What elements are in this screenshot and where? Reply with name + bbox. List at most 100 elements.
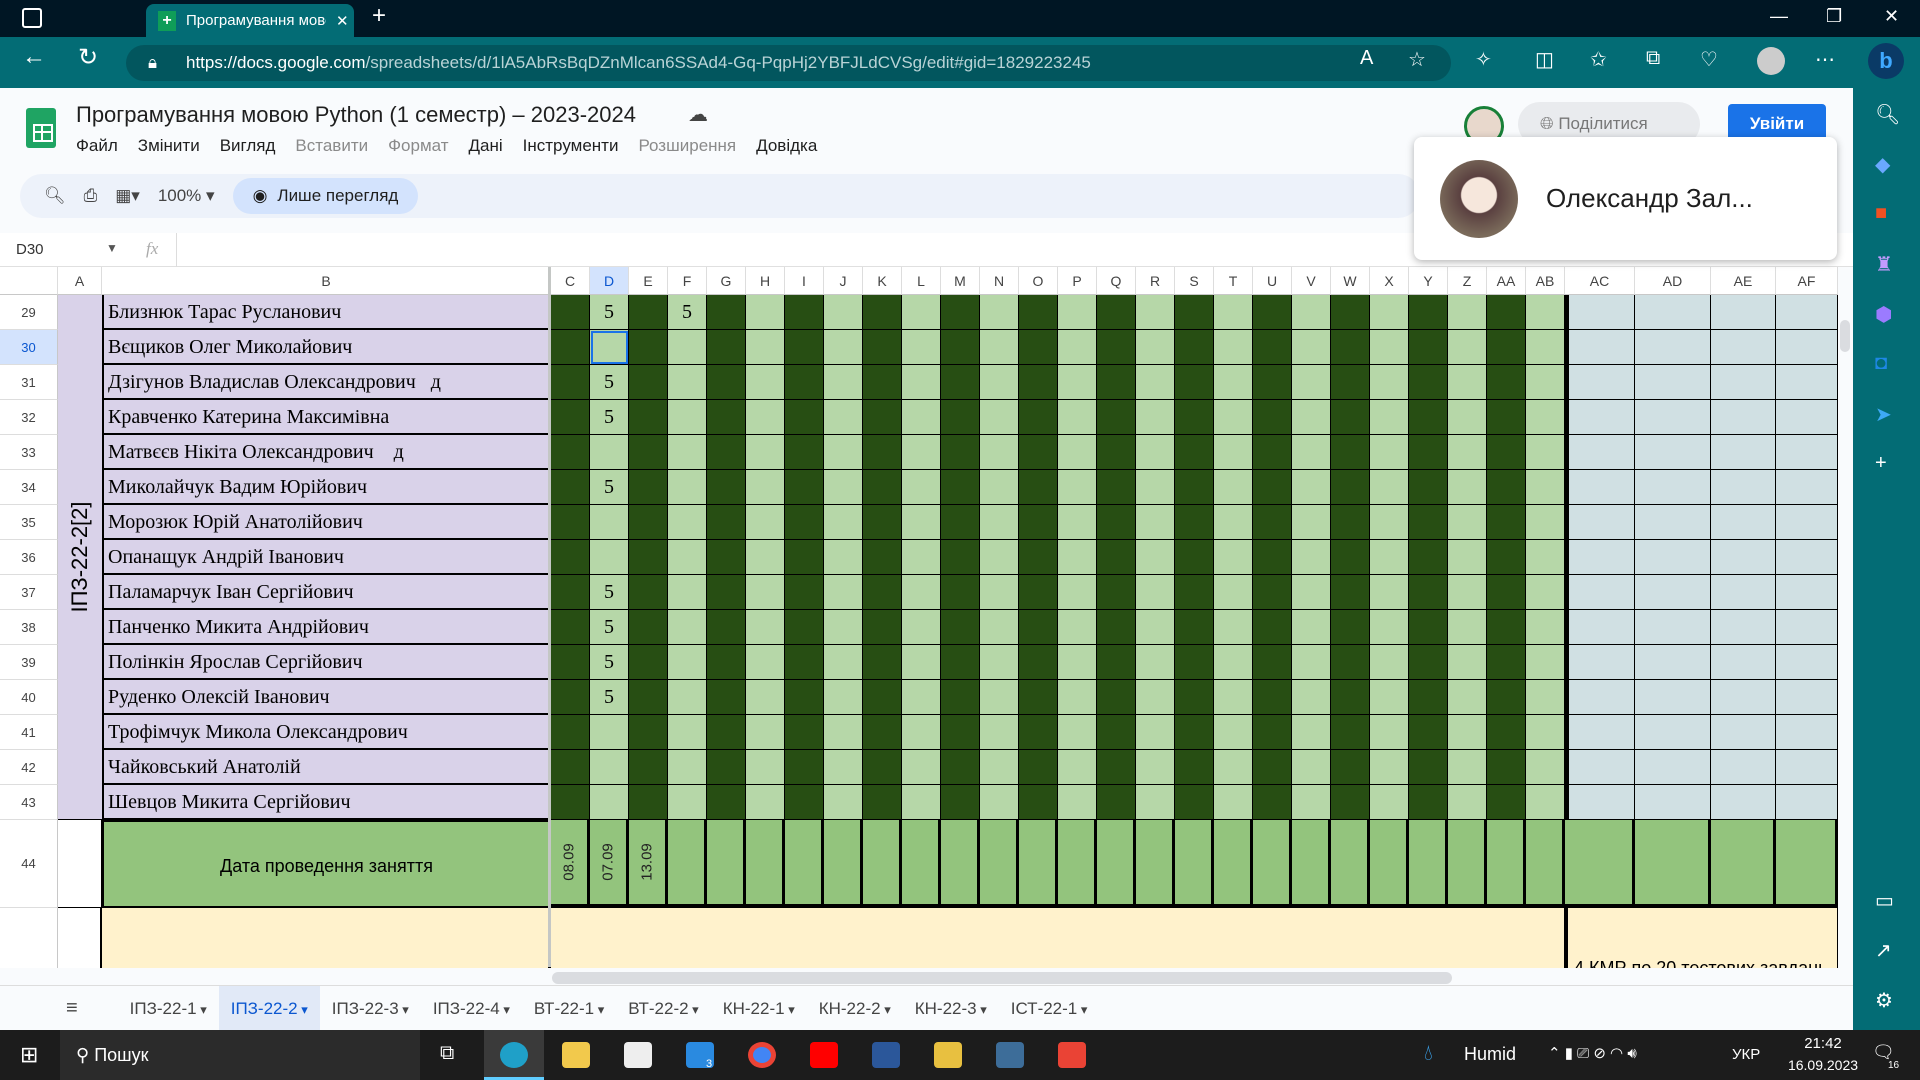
tab-dropdown-icon[interactable]: ▾ — [500, 1002, 510, 1017]
grade-cell[interactable] — [824, 715, 863, 750]
grade-cell[interactable] — [1058, 680, 1097, 715]
date-cell[interactable]: 13.09 — [629, 820, 668, 908]
word-icon[interactable] — [872, 1042, 900, 1068]
grade-cell[interactable] — [1292, 435, 1331, 470]
grade-cell[interactable] — [1409, 505, 1448, 540]
grade-cell[interactable] — [1487, 575, 1526, 610]
grade-cell[interactable] — [824, 645, 863, 680]
grade-cell[interactable] — [1776, 540, 1838, 575]
grade-cell[interactable] — [1370, 540, 1409, 575]
grade-cell[interactable] — [1370, 295, 1409, 330]
grade-cell[interactable] — [1253, 400, 1292, 435]
grade-cell[interactable] — [668, 470, 707, 505]
grade-cell[interactable] — [629, 435, 668, 470]
grade-cell[interactable] — [1253, 435, 1292, 470]
grade-cell[interactable] — [941, 435, 980, 470]
grade-cell[interactable] — [1635, 330, 1711, 365]
grade-cell[interactable] — [1214, 435, 1253, 470]
browser-tab[interactable]: + Програмування мовою Python ✕ — [146, 4, 354, 37]
grade-cell[interactable] — [1136, 400, 1175, 435]
column-header[interactable]: T — [1214, 267, 1253, 295]
grade-cell[interactable] — [980, 505, 1019, 540]
grade-cell[interactable] — [1409, 330, 1448, 365]
grade-cell[interactable] — [1448, 295, 1487, 330]
grade-cell[interactable] — [1175, 365, 1214, 400]
grade-cell[interactable] — [1487, 540, 1526, 575]
grade-cell[interactable] — [824, 540, 863, 575]
grade-cell[interactable] — [1370, 750, 1409, 785]
grade-cell[interactable] — [1526, 680, 1565, 715]
date-cell[interactable]: 08.09 — [551, 820, 590, 908]
tab-actions-icon[interactable] — [22, 8, 42, 28]
column-header[interactable]: Y — [1409, 267, 1448, 295]
grade-cell[interactable] — [1175, 330, 1214, 365]
freeze-divider[interactable] — [548, 267, 551, 967]
grade-cell[interactable] — [551, 715, 590, 750]
grade-cell[interactable]: 5 — [590, 365, 629, 400]
column-header[interactable]: A — [58, 267, 102, 295]
grade-cell[interactable]: 5 — [668, 295, 707, 330]
grade-cell[interactable] — [1370, 680, 1409, 715]
grade-cell[interactable] — [1635, 470, 1711, 505]
grade-cell[interactable] — [746, 365, 785, 400]
grade-cell[interactable] — [980, 470, 1019, 505]
grade-cell[interactable] — [707, 785, 746, 820]
grade-cell[interactable] — [1292, 330, 1331, 365]
favorite-star-icon[interactable]: ☆ — [1408, 47, 1426, 72]
chrome-icon[interactable] — [748, 1042, 776, 1068]
column-header[interactable]: H — [746, 267, 785, 295]
date-cell[interactable] — [1097, 820, 1136, 908]
column-header[interactable]: L — [902, 267, 941, 295]
grade-cell[interactable] — [1253, 470, 1292, 505]
grade-cell[interactable] — [551, 610, 590, 645]
grade-cell[interactable] — [1711, 680, 1776, 715]
grade-cell[interactable] — [1409, 785, 1448, 820]
grade-cell[interactable] — [551, 330, 590, 365]
date-cell[interactable] — [941, 820, 980, 908]
grade-cell[interactable] — [1409, 540, 1448, 575]
sheet-tab[interactable]: ІПЗ-22-3 ▾ — [320, 986, 421, 1031]
date-cell[interactable] — [980, 820, 1019, 908]
grade-cell[interactable] — [551, 575, 590, 610]
date-cell[interactable] — [1292, 820, 1331, 908]
grade-cell[interactable] — [902, 435, 941, 470]
row-header[interactable] — [0, 908, 58, 968]
grade-cell[interactable] — [1253, 750, 1292, 785]
grade-cell[interactable] — [902, 505, 941, 540]
grade-cell[interactable] — [1331, 365, 1370, 400]
grade-cell[interactable]: 5 — [590, 680, 629, 715]
grade-cell[interactable] — [1711, 295, 1776, 330]
grade-cell[interactable] — [1487, 505, 1526, 540]
grade-cell[interactable] — [902, 750, 941, 785]
grade-cell[interactable] — [1526, 540, 1565, 575]
grade-cell[interactable] — [1097, 575, 1136, 610]
grade-cell[interactable] — [551, 365, 590, 400]
grade-cell[interactable] — [1487, 715, 1526, 750]
grade-cell[interactable] — [1448, 505, 1487, 540]
grade-cell[interactable] — [785, 330, 824, 365]
name-box[interactable]: D30 — [16, 241, 44, 258]
grade-cell[interactable] — [1409, 680, 1448, 715]
grade-cell[interactable] — [785, 680, 824, 715]
grade-cell[interactable] — [551, 540, 590, 575]
grade-cell[interactable] — [1370, 330, 1409, 365]
grade-cell[interactable] — [1526, 330, 1565, 365]
grade-cell[interactable] — [1253, 540, 1292, 575]
column-header[interactable]: AF — [1776, 267, 1838, 295]
youtube-icon[interactable] — [810, 1042, 838, 1068]
grade-cell[interactable] — [1292, 295, 1331, 330]
grade-cell[interactable] — [1565, 470, 1635, 505]
grade-cell[interactable] — [629, 680, 668, 715]
grade-cell[interactable] — [1214, 715, 1253, 750]
grade-cell[interactable] — [668, 330, 707, 365]
grade-cell[interactable] — [902, 470, 941, 505]
grade-cell[interactable] — [1214, 540, 1253, 575]
grade-cell[interactable] — [1565, 645, 1635, 680]
grade-cell[interactable] — [1292, 715, 1331, 750]
date-cell[interactable] — [1214, 820, 1253, 908]
menu-item[interactable]: Вигляд — [220, 136, 276, 156]
date-cell[interactable] — [1370, 820, 1409, 908]
column-header[interactable]: AC — [1565, 267, 1635, 295]
grade-cell[interactable] — [551, 785, 590, 820]
grade-cell[interactable] — [1711, 610, 1776, 645]
